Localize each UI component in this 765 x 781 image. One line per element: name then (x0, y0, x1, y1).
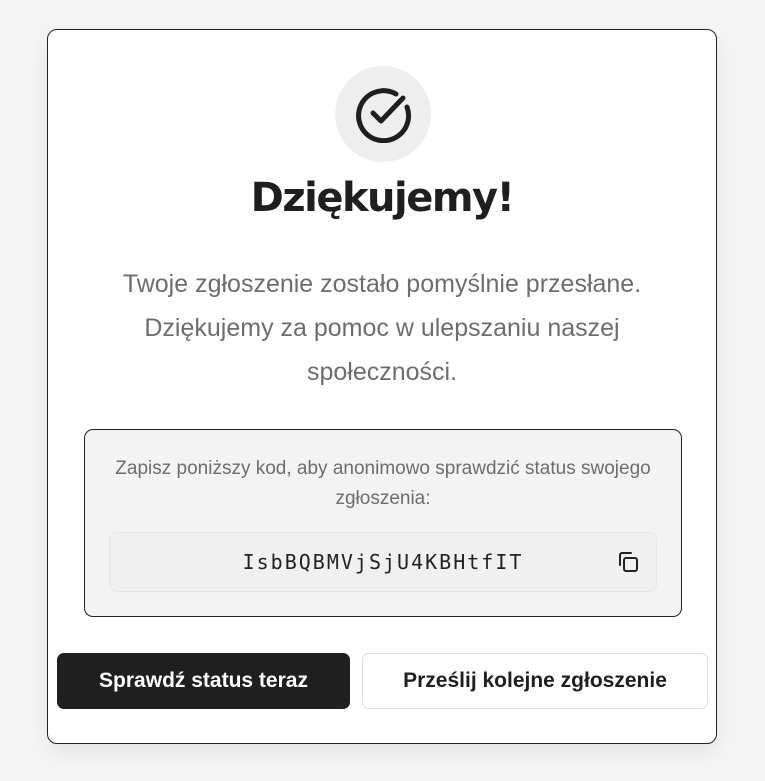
confirmation-card: Dziękujemy! Twoje zgłoszenie zostało pom… (47, 29, 717, 744)
code-instruction: Zapisz poniższy kod, aby anonimowo spraw… (115, 458, 651, 509)
tracking-code-panel: Zapisz poniższy kod, aby anonimowo spraw… (84, 429, 682, 617)
check-status-button[interactable]: Sprawdź status teraz (57, 653, 350, 709)
page-title: Dziękujemy! (250, 175, 515, 221)
copy-icon (619, 552, 638, 572)
tracking-code-field[interactable]: IsbBQBMVjSjU4KBHtfIT (109, 532, 657, 592)
tracking-code[interactable]: IsbBQBMVjSjU4KBHtfIT (110, 533, 656, 591)
copy-code-button[interactable] (614, 548, 642, 576)
check-circle-icon (335, 66, 431, 162)
submit-another-button[interactable]: Prześlij kolejne zgłoszenie (362, 653, 708, 709)
success-message: Twoje zgłoszenie zostało pomyślnie przes… (122, 270, 642, 386)
